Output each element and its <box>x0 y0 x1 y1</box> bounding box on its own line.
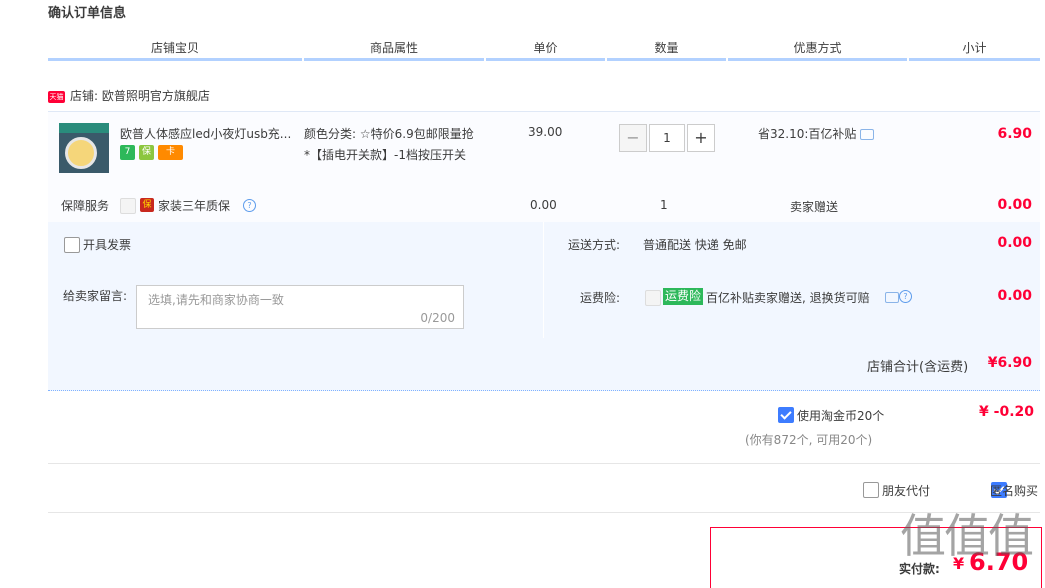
item-subtotal: 6.90 <box>997 126 1032 142</box>
shop-total-label: 店铺合计(含运费) <box>867 360 969 375</box>
product-attr-switch: *【插电开关款】-1档按压开关 <box>304 148 466 162</box>
col-subtotal: 小计 <box>909 38 1040 61</box>
service-subtotal: 0.00 <box>997 197 1032 213</box>
discount-text: 省32.10:百亿补贴 <box>758 125 875 142</box>
col-discount: 优惠方式 <box>728 38 907 61</box>
card-icon: 卡 <box>158 145 183 160</box>
insurance-seal-icon: 保 <box>140 198 154 212</box>
service-row: 保障服务 保 家装三年质保 ? 0.00 1 卖家赠送 0.00 <box>48 188 1040 223</box>
coins-label[interactable]: 使用淘金币20个 <box>797 407 884 424</box>
quantity-minus-button[interactable]: − <box>619 124 647 152</box>
watermark-logo: 值值值 <box>900 509 1034 563</box>
friend-pay-label[interactable]: 朋友代付 <box>882 482 930 499</box>
invoice-row: 开具发票 运送方式: 普通配送 快递 免邮 0.00 <box>48 222 1040 268</box>
invoice-label[interactable]: 开具发票 <box>83 236 131 253</box>
product-thumbnail[interactable] <box>59 123 109 173</box>
invoice-checkbox[interactable] <box>64 237 80 253</box>
service-qty: 1 <box>660 198 668 212</box>
item-row: 欧普人体感应led小夜灯usb充... 7 保 卡 颜色分类: ☆特价6.9包邮… <box>48 112 1040 188</box>
coins-note: (你有872个, 可用20个) <box>745 433 873 447</box>
insurance-label: 运费险: <box>580 291 621 305</box>
shop-total-row: 店铺合计(含运费) ¥6.90 <box>48 338 1040 391</box>
quantity-plus-button[interactable]: + <box>687 124 715 152</box>
insurance-badge: 运费险 <box>663 288 704 305</box>
product-name[interactable]: 欧普人体感应led小夜灯usb充... <box>120 125 295 142</box>
shop-row: 天猫 店铺: 欧普照明官方旗舰店 <box>48 86 210 106</box>
anonymous-label[interactable]: 匿名购买 <box>990 482 1038 499</box>
col-price: 单价 <box>486 38 605 61</box>
divider <box>48 512 1040 513</box>
thumb-strip <box>59 123 109 133</box>
message-label: 给卖家留言: <box>63 289 128 303</box>
col-shop-item: 店铺宝贝 <box>48 38 302 61</box>
col-attributes: 商品属性 <box>304 38 484 61</box>
message-counter: 0/200 <box>420 311 455 325</box>
divider <box>48 463 1040 464</box>
insurance-checkbox <box>645 290 661 306</box>
col-quantity: 数量 <box>607 38 726 61</box>
product-attr-color: 颜色分类: ☆特价6.9包邮限量抢 <box>304 127 474 141</box>
friend-pay-checkbox[interactable] <box>863 482 879 498</box>
guarantee-icon: 保 <box>139 145 154 160</box>
service-discount: 卖家赠送 <box>790 200 839 214</box>
service-checkbox <box>120 198 136 214</box>
coins-amount: ¥ -0.20 <box>979 404 1034 420</box>
chat-icon[interactable] <box>885 292 899 303</box>
coins-checkbox[interactable] <box>778 407 794 423</box>
page-title: 确认订单信息 <box>48 6 127 21</box>
message-row: 给卖家留言: 选填,请先和商家协商一致 0/200 运费险: 运费险 百亿补贴卖… <box>48 268 1040 338</box>
shop-name[interactable]: 店铺: 欧普照明官方旗舰店 <box>70 89 210 103</box>
shipping-amount: 0.00 <box>997 235 1032 251</box>
insurance-amount: 0.00 <box>997 288 1032 304</box>
quantity-input[interactable]: 1 <box>649 124 685 152</box>
night-light-image <box>65 137 97 169</box>
shop-total-amount: ¥6.90 <box>987 355 1032 371</box>
chat-icon[interactable] <box>860 129 875 140</box>
quantity-stepper: − 1 + <box>619 124 715 152</box>
message-textarea[interactable]: 选填,请先和商家协商一致 0/200 <box>136 285 464 329</box>
help-icon[interactable]: ? <box>243 199 256 212</box>
shipping-label: 运送方式: <box>568 238 621 252</box>
order-box: 欧普人体感应led小夜灯usb充... 7 保 卡 颜色分类: ☆特价6.9包邮… <box>48 111 1040 391</box>
insurance-text: 百亿补贴卖家赠送, 退换货可赔 <box>706 291 870 305</box>
table-header: 店铺宝贝 商品属性 单价 数量 优惠方式 小计 <box>48 38 1040 61</box>
shipping-value: 普通配送 快递 免邮 <box>643 238 747 252</box>
help-icon[interactable]: ? <box>899 290 912 303</box>
column-divider <box>543 222 544 338</box>
service-label: 保障服务 <box>61 199 110 213</box>
service-name: 家装三年质保 <box>158 199 231 213</box>
message-placeholder: 选填,请先和商家协商一致 <box>148 293 284 307</box>
discount-label: 省32.10:百亿补贴 <box>758 127 857 141</box>
tmall-icon: 天猫 <box>48 90 65 103</box>
seven-day-return-icon: 7 <box>120 145 135 160</box>
unit-price: 39.00 <box>528 125 563 139</box>
service-price: 0.00 <box>530 198 557 212</box>
